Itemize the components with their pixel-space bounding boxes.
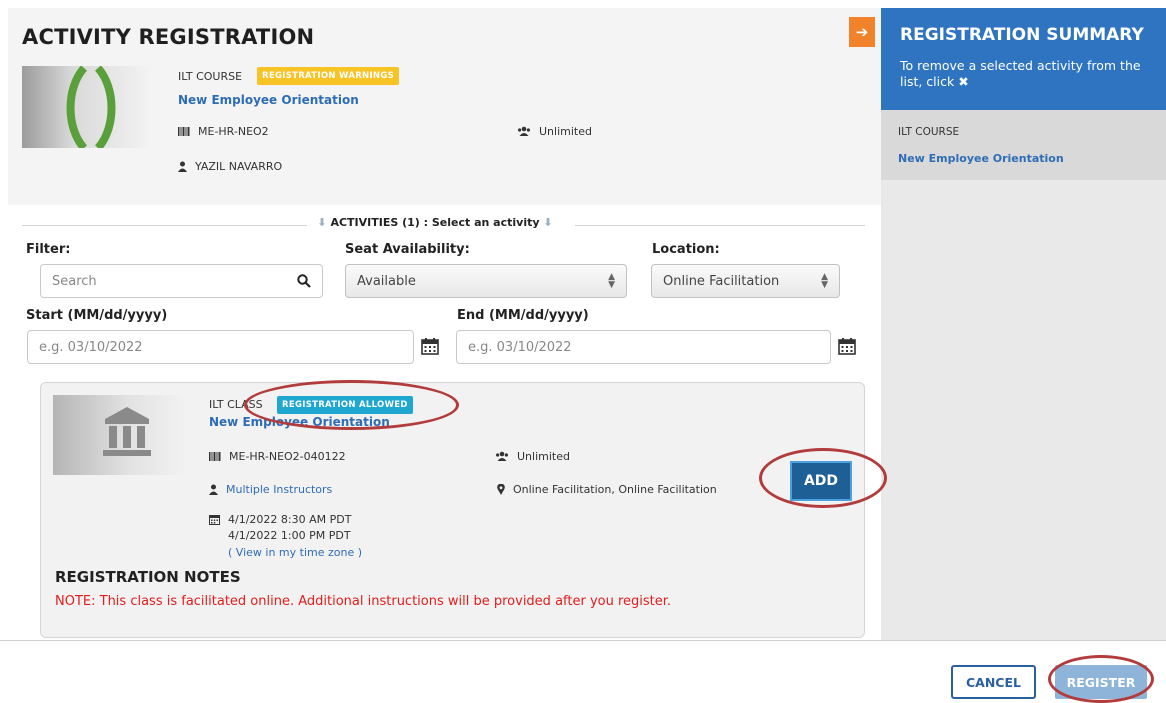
activities-header-text: ACTIVITIES (1) : Select an activity <box>330 216 540 229</box>
location-select[interactable]: Online Facilitation ▲ ▼ <box>651 264 840 298</box>
activity-title-link[interactable]: New Employee Orientation <box>209 415 390 429</box>
page-title: ACTIVITY REGISTRATION <box>22 25 315 49</box>
course-type-label: ILT COURSE <box>178 70 243 83</box>
location-label: Location: <box>652 242 720 257</box>
users-icon <box>518 126 530 136</box>
instructors-link[interactable]: Multiple Instructors <box>226 483 332 496</box>
activity-end-time: 4/1/2022 1:00 PM PDT <box>228 529 351 542</box>
select-caret-icon: ▲ ▼ <box>821 272 828 290</box>
calendar-icon[interactable] <box>421 337 439 355</box>
arrow-down-icon: ⬇ <box>543 216 553 229</box>
activity-instructor-row: Multiple Instructors <box>209 483 332 496</box>
summary-title: REGISTRATION SUMMARY <box>900 25 1144 45</box>
seat-availability-label: Seat Availability: <box>345 242 470 257</box>
course-code-row: ME-HR-NEO2 <box>178 125 269 138</box>
start-date-input[interactable]: e.g. 03/10/2022 <box>27 330 414 364</box>
activity-seats-row: Unlimited <box>495 450 570 463</box>
calendar-icon[interactable] <box>838 337 856 355</box>
summary-description: To remove a selected activity from the l… <box>900 58 1162 90</box>
cancel-button[interactable]: CANCEL <box>951 665 1036 699</box>
course-seats-row: Unlimited <box>517 125 592 138</box>
activities-header: ⬇ ACTIVITIES (1) : Select an activity ⬇ <box>300 216 570 229</box>
seat-availability-value: Available <box>357 273 416 289</box>
search-input[interactable]: Search <box>40 264 323 298</box>
add-activity-button[interactable]: ADD <box>790 461 852 501</box>
remove-x-icon: ✖ <box>958 74 969 89</box>
course-owner: YAZIL NAVARRO <box>195 160 283 173</box>
registration-notes-title: REGISTRATION NOTES <box>55 568 241 586</box>
location-value: Online Facilitation <box>663 273 780 289</box>
register-button[interactable]: REGISTER <box>1055 665 1147 699</box>
barcode-icon <box>178 127 190 136</box>
activity-location: Online Facilitation, Online Facilitation <box>513 483 717 496</box>
seat-availability-select[interactable]: Available ▲ ▼ <box>345 264 627 298</box>
activity-type-label: ILT CLASS <box>209 398 263 411</box>
registration-notes-text: NOTE: This class is facilitated online. … <box>55 594 672 609</box>
summary-description-text: To remove a selected activity from the l… <box>900 58 1141 89</box>
activity-start-time: 4/1/2022 8:30 AM PDT <box>228 513 352 526</box>
arrow-down-icon: ⬇ <box>317 216 327 229</box>
class-thumbnail <box>53 395 190 475</box>
calendar-icon <box>209 515 220 525</box>
course-logo-icon <box>66 66 116 148</box>
start-date-placeholder: e.g. 03/10/2022 <box>39 339 143 355</box>
barcode-icon <box>209 452 221 461</box>
arrow-right-icon: ➔ <box>855 23 869 41</box>
activity-seats: Unlimited <box>517 450 570 463</box>
divider-left <box>22 225 307 226</box>
map-marker-icon <box>497 484 505 495</box>
summary-item-type: ILT COURSE <box>898 126 960 138</box>
end-date-placeholder: e.g. 03/10/2022 <box>468 339 572 355</box>
end-date-label: End (MM/dd/yyyy) <box>457 308 589 323</box>
user-icon <box>209 484 218 495</box>
course-seats: Unlimited <box>539 125 592 138</box>
course-title-link[interactable]: New Employee Orientation <box>178 93 359 107</box>
institution-icon <box>103 407 151 456</box>
select-caret-icon: ▲ ▼ <box>608 272 615 290</box>
activity-code: ME-HR-NEO2-040122 <box>229 450 346 463</box>
divider-right <box>575 225 865 226</box>
user-icon <box>178 161 187 172</box>
search-placeholder: Search <box>52 273 97 289</box>
search-icon <box>297 274 311 288</box>
activity-code-row: ME-HR-NEO2-040122 <box>209 450 346 463</box>
view-timezone-link[interactable]: ( View in my time zone ) <box>228 546 362 559</box>
registration-allowed-badge: REGISTRATION ALLOWED <box>277 396 413 414</box>
end-date-input[interactable]: e.g. 03/10/2022 <box>456 330 831 364</box>
course-code: ME-HR-NEO2 <box>198 125 269 138</box>
activity-location-row: Online Facilitation, Online Facilitation <box>497 483 717 496</box>
users-icon <box>496 451 508 461</box>
registration-warnings-badge: REGISTRATION WARNINGS <box>257 67 400 85</box>
footer-divider <box>0 640 1166 641</box>
start-date-label: Start (MM/dd/yyyy) <box>26 308 168 323</box>
course-owner-row: YAZIL NAVARRO <box>178 160 282 173</box>
summary-item-link[interactable]: New Employee Orientation <box>898 152 1064 165</box>
collapse-summary-button[interactable]: ➔ <box>849 17 875 47</box>
registration-summary-header: REGISTRATION SUMMARY To remove a selecte… <box>881 8 1166 110</box>
filter-label: Filter: <box>26 242 71 257</box>
activity-registration-page: ACTIVITY REGISTRATION ➔ ILT COURSE REGIS… <box>0 0 1166 703</box>
summary-selected-item: ILT COURSE New Employee Orientation <box>881 110 1166 180</box>
course-thumbnail <box>22 66 148 148</box>
